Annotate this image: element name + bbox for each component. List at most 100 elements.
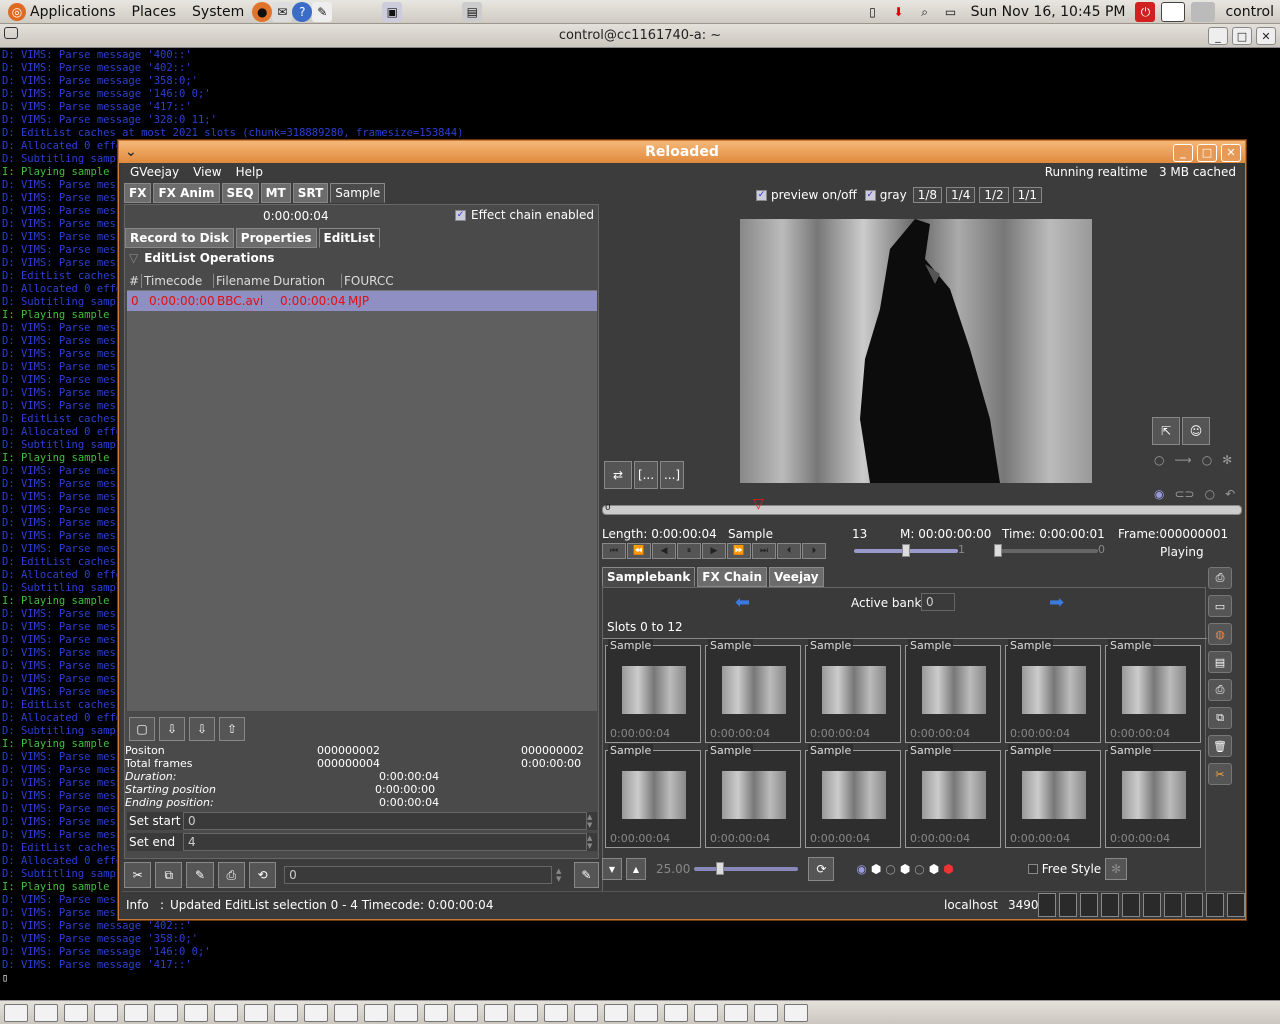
sample-slot[interactable]: Sample 0:00:00:04 (1105, 639, 1201, 743)
taskbar-button[interactable] (304, 1003, 328, 1022)
scale-1-1-button[interactable]: 1/1 (1012, 187, 1042, 203)
taskbar-button[interactable] (4, 1003, 28, 1022)
freestyle-checkbox[interactable] (1027, 864, 1038, 874)
trash-icon[interactable]: 🗑 (1208, 735, 1232, 757)
loop-icon[interactable]: ⟲ (248, 862, 277, 888)
sample-slot[interactable]: Sample 0:00:00:04 (805, 744, 901, 848)
taskbar-button[interactable] (64, 1003, 88, 1022)
taskbar-button[interactable] (784, 1003, 808, 1022)
sample-slot[interactable]: Sample 0:00:00:04 (905, 744, 1001, 848)
taskbar-button[interactable] (274, 1003, 298, 1022)
box-icon-1[interactable]: ⬢ (871, 862, 881, 876)
pencil-icon[interactable]: ✎ (573, 862, 599, 888)
taskbar-button[interactable] (94, 1003, 118, 1022)
taskbar-button[interactable] (184, 1003, 208, 1022)
tools-icon[interactable]: ✂ (1208, 763, 1232, 785)
set-end-stepper[interactable]: ▲ ▼ (587, 834, 597, 850)
fps-knob[interactable] (716, 862, 725, 875)
reloaded-close-button[interactable]: ✕ (1221, 144, 1241, 162)
radio-2[interactable]: ○ (1202, 453, 1212, 467)
taskbar-button[interactable] (124, 1003, 148, 1022)
col-duration[interactable]: Duration (271, 274, 341, 288)
goto-start-icon[interactable]: ⏮ (602, 543, 626, 559)
color-wheel-icon[interactable]: ◍ (1208, 623, 1232, 645)
box-icon-3[interactable]: ⬢ (929, 862, 939, 876)
play-icon[interactable]: ▶ (702, 543, 726, 559)
sample-slot[interactable]: Sample 0:00:00:04 (1105, 744, 1201, 848)
box-icon-4[interactable]: ⬢ (943, 862, 953, 876)
radio-1[interactable]: ○ (1154, 453, 1164, 467)
range-start-button[interactable]: [... (634, 461, 658, 489)
fps-slider[interactable] (694, 862, 799, 875)
tab-fx[interactable]: FX (124, 183, 152, 203)
tab-fx-anim[interactable]: FX Anim (153, 183, 220, 203)
firefox-icon[interactable]: ● (252, 1, 273, 22)
mail-icon[interactable]: ✉ (272, 1, 293, 22)
maximize-button[interactable]: □ (1232, 27, 1252, 45)
scale-1-8-button[interactable]: 1/8 (912, 187, 943, 203)
display-icon[interactable]: ▭ (941, 2, 961, 22)
fast-rewind-icon[interactable]: ⏪ (627, 543, 651, 559)
taskbar-button[interactable] (634, 1003, 658, 1022)
username[interactable]: control (1225, 4, 1274, 20)
insert-icon[interactable]: ⇩ (189, 717, 215, 741)
tab-srt[interactable]: SRT (292, 183, 329, 203)
reloaded-maximize-button[interactable]: □ (1197, 144, 1217, 162)
radio-selected[interactable]: ◉ (1154, 487, 1164, 501)
minimize-button[interactable]: _ (1208, 27, 1228, 45)
scale-1-2-button[interactable]: 1/2 (979, 187, 1009, 203)
printer-icon[interactable]: ⎙ (217, 862, 245, 888)
gear-icon[interactable]: ✻ (1222, 453, 1232, 467)
tab-record-to-disk[interactable]: Record to Disk (125, 228, 234, 248)
tab-sample[interactable]: Sample (330, 183, 386, 203)
sample-slot[interactable]: Sample 0:00:00:04 (905, 639, 1001, 743)
taskbar-button[interactable] (664, 1003, 688, 1022)
sample-slot[interactable]: Sample 0:00:00:04 (605, 639, 701, 743)
crop-icon[interactable]: ✎ (186, 862, 214, 888)
system-menu[interactable]: System (184, 4, 252, 20)
reloaded-titlebar[interactable]: ⌄ Reloaded _ □ ✕ (119, 141, 1245, 163)
window-icon[interactable] (1161, 2, 1186, 22)
tab-fx-chain[interactable]: FX Chain (697, 567, 768, 587)
effect-chain-checkbox[interactable]: ✓ (455, 209, 467, 221)
play-reverse-icon[interactable]: ◀ (652, 543, 676, 559)
clock[interactable]: Sun Nov 16, 10:45 PM (971, 4, 1126, 20)
table-row[interactable]: 0 0:00:00:00 BBC.avi 0:00:00:04 MJP (127, 291, 597, 311)
taskbar-button[interactable] (544, 1003, 568, 1022)
taskbar-button[interactable] (574, 1003, 598, 1022)
next-frame-icon[interactable]: ⏵ (802, 543, 826, 559)
layers-icon[interactable]: ▤ (1208, 651, 1232, 673)
sample-slot[interactable]: Sample 0:00:00:04 (705, 744, 801, 848)
sample-slot[interactable]: Sample 0:00:00:04 (1005, 639, 1101, 743)
col-filename[interactable]: Filename (213, 273, 271, 288)
expander-icon[interactable]: ▽ (129, 251, 138, 265)
append-icon[interactable]: ⇧ (219, 717, 245, 741)
record-icon[interactable]: ⎙ (1208, 567, 1232, 589)
menu-view[interactable]: View (193, 165, 221, 179)
set-start-stepper[interactable]: ▲ ▼ (587, 813, 597, 829)
tab-seq[interactable]: SEQ (221, 183, 259, 203)
box-icon-2[interactable]: ⬢ (900, 862, 910, 876)
swap-icon[interactable]: ⇄ (604, 461, 632, 489)
help-icon[interactable]: ? (292, 1, 313, 22)
search-icon[interactable]: ⌕ (915, 2, 935, 22)
places-menu[interactable]: Places (124, 4, 185, 20)
refresh-icon[interactable]: ⟳ (808, 857, 835, 881)
playhead-icon[interactable]: ▽ (753, 496, 764, 512)
tab-editlist[interactable]: EditList (318, 228, 380, 248)
sample-slot[interactable]: Sample 0:00:00:04 (605, 744, 701, 848)
active-bank-input[interactable]: 0 (921, 593, 955, 611)
slow-knob[interactable] (994, 544, 1002, 557)
slow-slider[interactable]: 0 (994, 543, 1105, 557)
taskbar-button[interactable] (244, 1003, 268, 1022)
radio-3[interactable]: ○ (1205, 487, 1215, 501)
pause-icon[interactable]: ⏸ (677, 543, 701, 559)
taskbar-button[interactable] (34, 1003, 58, 1022)
prev-bank-arrow-icon[interactable]: ⬅ (735, 592, 750, 613)
network-icon[interactable]: ▣ (382, 1, 403, 22)
new-doc-icon[interactable]: ▢ (129, 717, 155, 741)
video-preview[interactable] (740, 219, 1092, 483)
bottom-spin-stepper[interactable]: ▲ ▼ (556, 867, 566, 883)
gray-checkbox[interactable]: ✓ (864, 189, 876, 201)
power-icon[interactable]: ⏻ (1135, 2, 1156, 22)
